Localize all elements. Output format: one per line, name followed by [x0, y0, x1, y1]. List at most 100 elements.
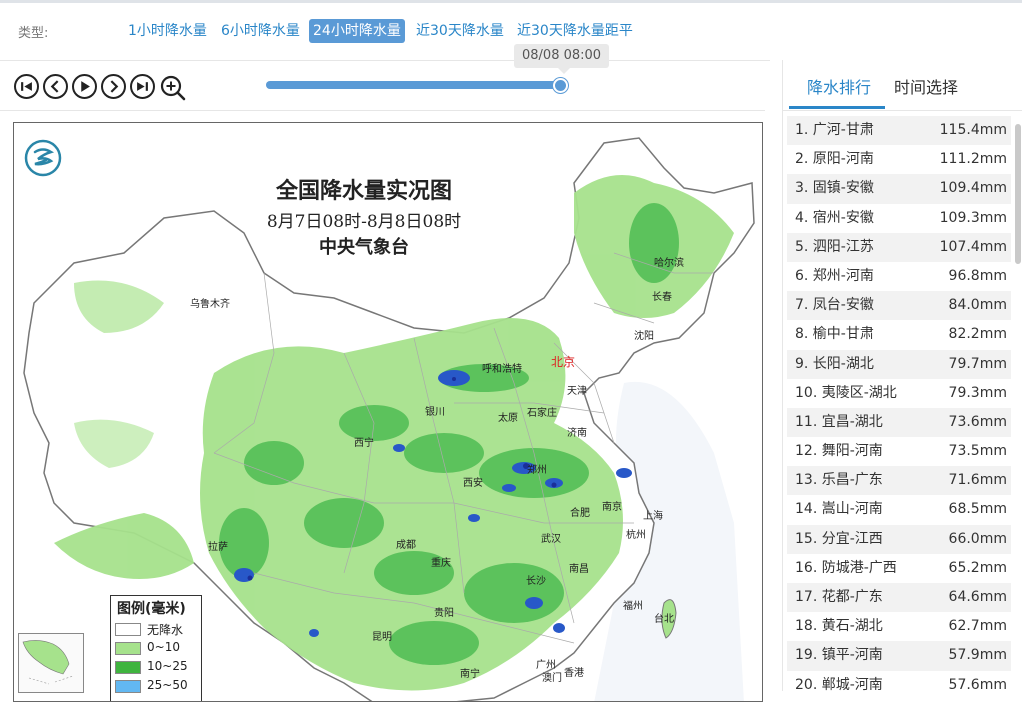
city-label: 长春 [652, 292, 672, 303]
legend-label: 10~25 [147, 659, 188, 673]
ranking-row[interactable]: 8. 榆中-甘肃 82.2mm [787, 320, 1011, 349]
legend-label: 25~50 [147, 678, 188, 692]
city-label: 济南 [567, 428, 587, 439]
first-icon[interactable] [14, 74, 39, 99]
city-label: 哈尔滨 [654, 258, 684, 269]
ranking-value: 79.7mm [948, 355, 1007, 372]
city-label: 贵阳 [434, 608, 454, 619]
ranking-row[interactable]: 4. 宿州-安徽 109.3mm [787, 204, 1011, 233]
city-label: 乌鲁木齐 [190, 299, 230, 310]
legend-item: 25~50 [111, 677, 201, 696]
city-label: 拉萨 [208, 542, 228, 553]
legend-item: 无降水 [111, 620, 201, 639]
ranking-value: 82.2mm [948, 326, 1007, 343]
ranking-row[interactable]: 20. 郸城-河南 57.6mm [787, 671, 1011, 700]
ranking-station: 3. 固镇-安徽 [795, 180, 874, 197]
play-icon[interactable] [72, 74, 97, 99]
ranking-value: 57.6mm [948, 676, 1007, 693]
legend-title: 图例(毫米) [117, 601, 186, 617]
ranking-row[interactable]: 12. 舞阳-河南 73.5mm [787, 437, 1011, 466]
legend-item: 0~10 [111, 639, 201, 658]
legend-item: 10~25 [111, 658, 201, 677]
city-label: 西宁 [354, 438, 374, 449]
ranking-station: 18. 黄石-湖北 [795, 618, 883, 635]
ranking-row[interactable]: 2. 原阳-河南 111.2mm [787, 145, 1011, 174]
ranking-row[interactable]: 13. 乐昌-广东 71.6mm [787, 466, 1011, 496]
ranking-station: 14. 嵩山-河南 [795, 501, 883, 518]
city-label: 杭州 [626, 530, 646, 541]
slider-fill [266, 81, 562, 89]
ranking-station: 15. 分宜-江西 [795, 530, 883, 547]
map-title: 全国降水量实况图 [275, 178, 452, 204]
legend-label: 0~10 [147, 640, 180, 654]
tab-time-select[interactable]: 时间选择 [894, 74, 958, 98]
city-label: 沈阳 [634, 331, 654, 342]
ranking-row[interactable]: 5. 泗阳-江苏 107.4mm [787, 232, 1011, 262]
cma-logo-icon [24, 139, 62, 177]
ranking-station: 2. 原阳-河南 [795, 151, 874, 168]
ranking-row[interactable]: 16. 防城港-广西 65.2mm [787, 554, 1011, 583]
city-label: 银川 [425, 407, 445, 418]
time-slider[interactable]: 08/08 08:00 [264, 40, 610, 100]
city-label: 香港 [564, 668, 584, 679]
city-label: 上海 [643, 511, 663, 522]
ranking-station: 10. 夷陵区-湖北 [795, 384, 897, 401]
city-label: 重庆 [431, 558, 451, 569]
ranking-row[interactable]: 18. 黄石-湖北 62.7mm [787, 612, 1011, 641]
ranking-station: 1. 广河-甘肃 [795, 122, 874, 138]
legend-swatch [115, 680, 141, 693]
ranking-value: 109.3mm [939, 209, 1007, 226]
precip-map[interactable]: 全国降水量实况图 8月7日08时-8月8日08时 中央气象台 乌鲁木齐 哈尔滨 … [13, 122, 763, 702]
city-label: 昆明 [372, 632, 392, 643]
ranking-value: 115.4mm [939, 122, 1007, 138]
city-label: 石家庄 [527, 408, 557, 419]
ranking-row[interactable]: 9. 长阳-湖北 79.7mm [787, 349, 1011, 379]
legend-label: 无降水 [147, 623, 184, 637]
ranking-value: 84.0mm [948, 297, 1007, 314]
city-label: 南宁 [460, 669, 480, 680]
next-icon[interactable] [101, 74, 126, 99]
ranking-row[interactable]: 14. 嵩山-河南 68.5mm [787, 495, 1011, 524]
ranking-value: 73.5mm [948, 443, 1007, 460]
ranking-row[interactable]: 6. 郑州-河南 96.8mm [787, 262, 1011, 291]
city-label: 天津 [567, 386, 587, 397]
ranking-row[interactable]: 3. 固镇-安徽 109.4mm [787, 174, 1011, 204]
city-label: 南昌 [569, 564, 589, 575]
ranking-station: 4. 宿州-安徽 [795, 209, 874, 226]
ranking-row[interactable]: 7. 凤台-安徽 84.0mm [787, 291, 1011, 321]
ranking-row[interactable]: 10. 夷陵区-湖北 79.3mm [787, 379, 1011, 408]
ranking-row[interactable]: 19. 镇平-河南 57.9mm [787, 641, 1011, 671]
scrollbar[interactable] [1015, 124, 1021, 264]
city-label: 福州 [623, 601, 643, 612]
city-label: 西安 [463, 478, 483, 489]
zoom-in-icon[interactable] [159, 74, 187, 102]
ranking-value: 111.2mm [939, 151, 1007, 168]
slider-thumb[interactable] [553, 78, 568, 93]
ranking-row[interactable]: 15. 分宜-江西 66.0mm [787, 524, 1011, 554]
ranking-value: 96.8mm [948, 267, 1007, 284]
ranking-row[interactable]: 1. 广河-甘肃 115.4mm [787, 116, 1011, 146]
ranking-row[interactable]: 11. 宜昌-湖北 73.6mm [787, 407, 1011, 438]
city-label: 南京 [602, 502, 622, 513]
ranking-value: 66.0mm [948, 530, 1007, 547]
tab-precip-ranking[interactable]: 降水排行 [807, 74, 871, 98]
map-legend: 图例(毫米) 无降水 0~10 10~25 25~50 [110, 595, 202, 701]
ranking-value: 62.7mm [948, 618, 1007, 635]
legend-swatch [115, 642, 141, 655]
tab-divider [783, 110, 1022, 111]
slider-track[interactable] [266, 81, 566, 89]
right-panel: 降水排行 时间选择 1. 广河-甘肃 115.4mm 2. 原阳-河南 111.2mm… [782, 60, 1022, 693]
tab-1h-precip[interactable]: 1小时降水量 [124, 19, 211, 43]
ranking-station: 17. 花都-广东 [795, 589, 883, 605]
south-china-sea-inset [18, 633, 84, 693]
slider-time-tooltip: 08/08 08:00 [514, 44, 610, 74]
ranking-list: 1. 广河-甘肃 115.4mm 2. 原阳-河南 111.2mm 3. 固镇-安徽 10… [787, 116, 1011, 700]
ranking-station: 12. 舞阳-河南 [795, 443, 883, 460]
city-label: 北京 [551, 355, 576, 369]
ranking-value: 73.6mm [948, 413, 1007, 430]
legend-swatch [115, 623, 141, 636]
prev-icon[interactable] [43, 74, 68, 99]
last-icon[interactable] [130, 74, 155, 99]
type-label: 类型: [18, 26, 49, 41]
ranking-row[interactable]: 17. 花都-广东 64.6mm [787, 583, 1011, 613]
